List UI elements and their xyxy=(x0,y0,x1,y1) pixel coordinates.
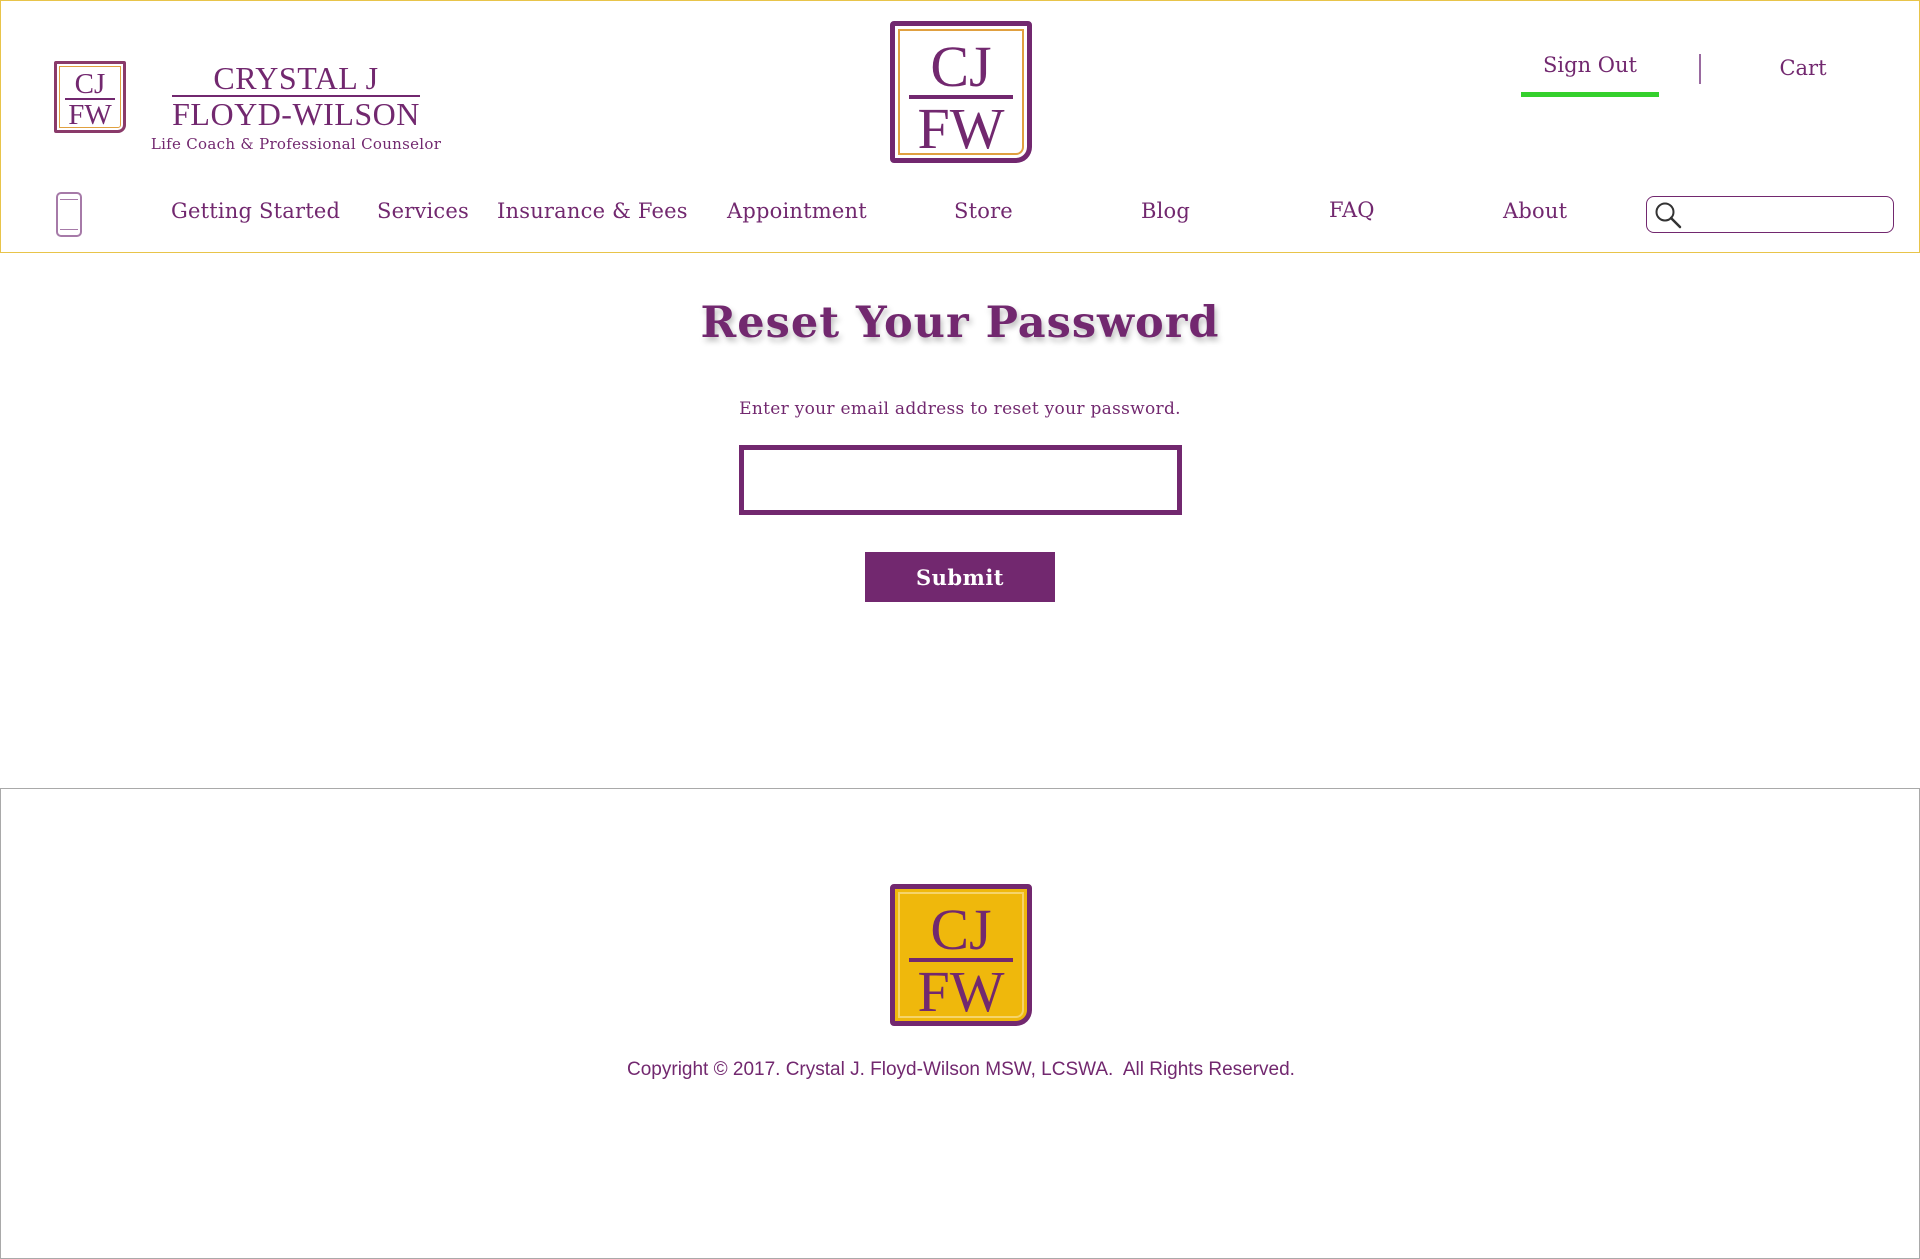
submit-button[interactable]: Submit xyxy=(865,552,1055,602)
sign-out-link[interactable]: Sign Out xyxy=(1521,53,1659,97)
nav-item-about[interactable]: About xyxy=(1503,199,1567,223)
nav-item-faq[interactable]: FAQ xyxy=(1329,198,1375,222)
logo-initials-bottom: FW xyxy=(917,959,1005,1024)
active-underline xyxy=(1521,92,1659,97)
mobile-phone-icon[interactable] xyxy=(56,192,82,237)
brand-name-line2: FLOYD-WILSON xyxy=(172,96,420,132)
logo-initials-top: CJ xyxy=(930,897,992,962)
search-box[interactable] xyxy=(1646,196,1894,233)
site-footer: CJ FW Copyright © 2017. Crystal J. Floyd… xyxy=(0,788,1920,1259)
brand-tagline: Life Coach & Professional Counselor xyxy=(150,135,442,153)
nav-item-appointment[interactable]: Appointment xyxy=(727,199,867,223)
logo-initials-top: CJ xyxy=(74,68,106,100)
search-icon[interactable] xyxy=(1653,201,1683,229)
header-divider xyxy=(1699,54,1701,84)
nav-item-services[interactable]: Services xyxy=(377,199,469,223)
nav-item-blog[interactable]: Blog xyxy=(1141,199,1190,223)
site-header: CJ FW CRYSTAL J FLOYD-WILSON Life Coach … xyxy=(0,0,1920,253)
reset-instructions: Enter your email address to reset your p… xyxy=(739,399,1181,419)
brand-name[interactable]: CRYSTAL J FLOYD-WILSON xyxy=(141,61,451,131)
search-input[interactable] xyxy=(1685,200,1885,229)
nav-item-insurance-fees[interactable]: Insurance & Fees xyxy=(497,199,688,223)
logo-initials-bottom: FW xyxy=(917,96,1005,161)
logo-initials-top: CJ xyxy=(930,34,992,99)
nav-item-getting-started[interactable]: Getting Started xyxy=(171,199,340,223)
cart-link[interactable]: Cart xyxy=(1761,56,1845,80)
footer-logo[interactable]: CJ FW xyxy=(890,884,1032,1026)
logo-initials-bottom: FW xyxy=(68,99,112,131)
email-field[interactable] xyxy=(739,445,1182,515)
page-title: Reset Your Password xyxy=(700,298,1220,348)
site-logo-small[interactable]: CJ FW xyxy=(54,61,126,133)
site-logo-center[interactable]: CJ FW xyxy=(890,21,1032,163)
copyright-text: Copyright © 2017. Crystal J. Floyd-Wilso… xyxy=(627,1059,1295,1080)
nav-item-store[interactable]: Store xyxy=(954,199,1013,223)
brand-name-line1: CRYSTAL J xyxy=(213,60,379,96)
sign-out-label: Sign Out xyxy=(1543,53,1637,77)
